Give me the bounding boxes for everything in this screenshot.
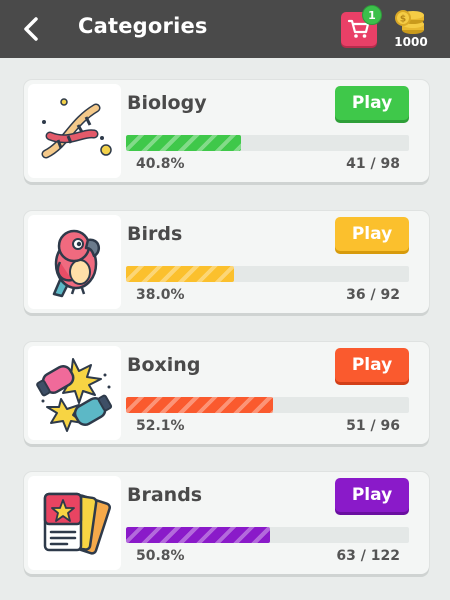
cart-count-badge: 1 [362,5,382,25]
progress-bar [126,266,409,282]
progress-count: 63 / 122 [336,548,400,564]
category-card-birds[interactable]: Birds Play 38.0% 36 / 92 [24,211,429,313]
progress-fill [126,397,274,413]
category-name: Brands [127,484,203,506]
category-name: Birds [127,223,183,245]
page-title: Categories [78,14,208,38]
top-bar: Categories 1 $ 1000 [0,0,450,58]
boxing-gloves-icon [35,358,112,432]
coins-icon: $ [395,10,424,34]
progress-percent: 38.0% [136,287,185,303]
coins-balance: 1000 [394,35,428,49]
progress-count: 51 / 96 [346,418,400,434]
progress-count: 41 / 98 [346,156,400,172]
brand-cards-icon [43,492,111,555]
progress-fill [126,527,270,543]
play-button[interactable]: Play [335,86,409,120]
play-button[interactable]: Play [335,217,409,251]
progress-bar [126,397,409,413]
progress-percent: 50.8% [136,548,185,564]
category-card-boxing[interactable]: Boxing Play 52.1% 51 / 96 [24,342,429,444]
progress-count: 36 / 92 [346,287,400,303]
play-button[interactable]: Play [335,348,409,382]
category-card-brands[interactable]: Brands Play 50.8% 63 / 122 [24,472,429,574]
category-icon-box [28,215,121,309]
svg-text:$: $ [400,15,406,25]
category-icon-box [28,476,121,570]
parrot-icon [52,229,100,298]
chevron-left-icon [24,17,38,41]
progress-fill [126,135,242,151]
category-name: Biology [127,92,207,114]
back-button[interactable] [16,14,46,44]
progress-bar [126,527,409,543]
dna-icon [41,98,112,159]
progress-fill [126,266,234,282]
category-icon-box [28,346,121,440]
play-button[interactable]: Play [335,478,409,512]
category-icon-box [28,84,121,178]
progress-percent: 40.8% [136,156,185,172]
progress-bar [126,135,409,151]
category-name: Boxing [127,354,201,376]
progress-percent: 52.1% [136,418,185,434]
category-card-biology[interactable]: Biology Play 40.8% 41 / 98 [24,80,429,182]
